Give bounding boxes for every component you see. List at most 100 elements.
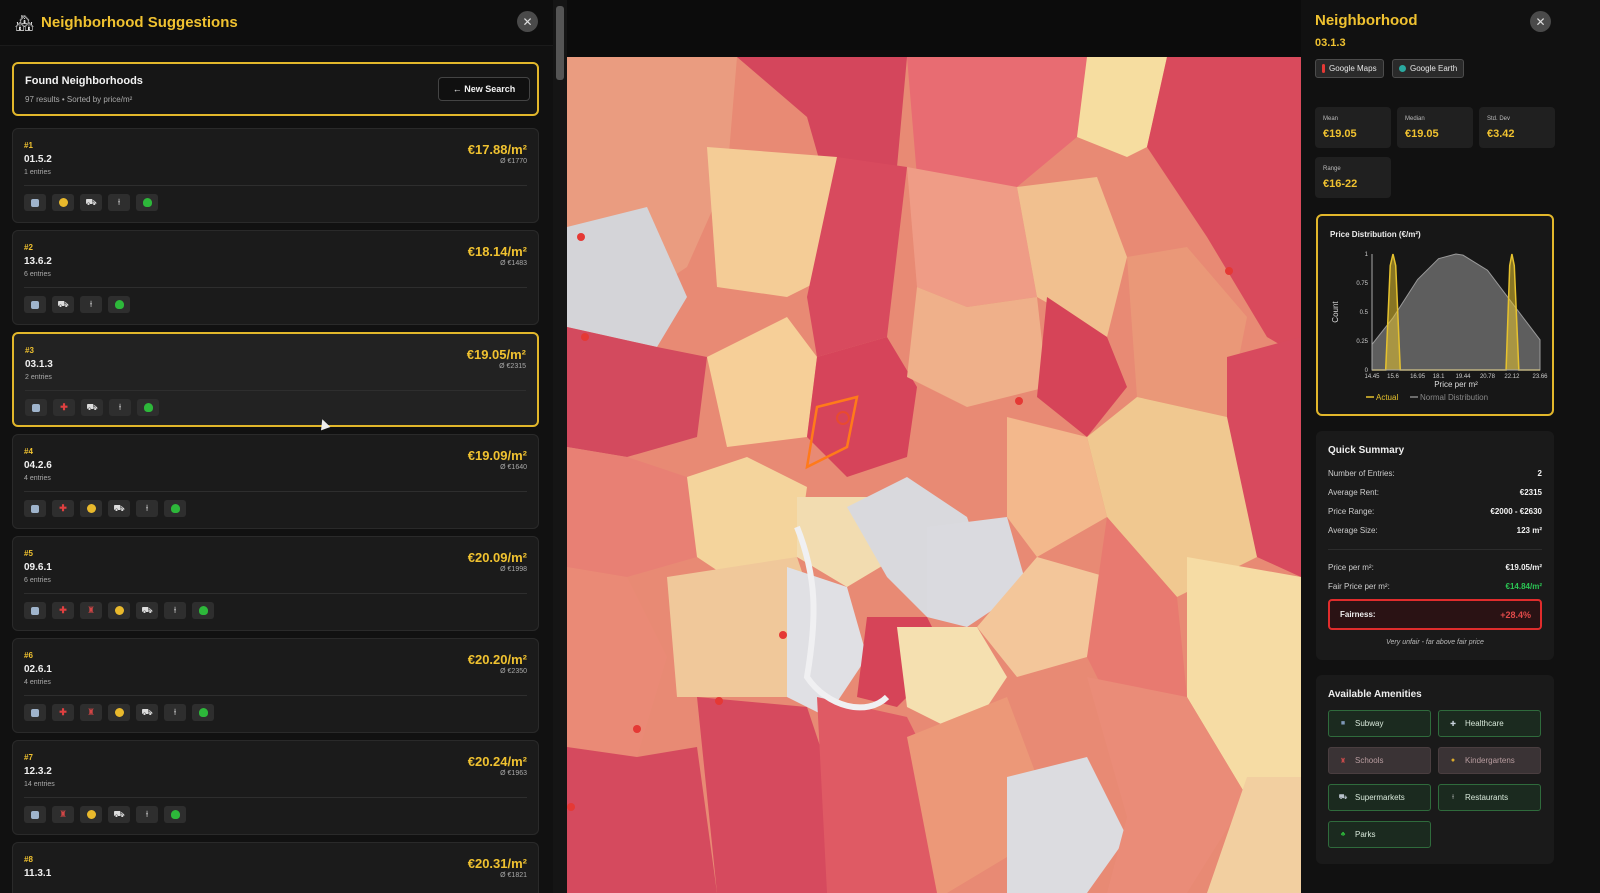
- google-maps-button[interactable]: Google Maps: [1315, 59, 1384, 78]
- amenity-schools[interactable]: ♜ Schools: [1328, 747, 1431, 774]
- result-card[interactable]: #7 12.3.2 14 entries €20.24/m² Ø €1963 ♜ ⛟ ⍿: [12, 740, 539, 835]
- amenity-label: Supermarkets: [1355, 793, 1405, 802]
- supermarket-icon: ⛟: [108, 500, 130, 517]
- healthcare-icon: ✚: [53, 399, 75, 416]
- healthcare-icon: ✚: [52, 500, 74, 517]
- amenity-supermarkets[interactable]: ⛟ Supermarkets: [1328, 784, 1431, 811]
- result-card[interactable]: #4 04.2.6 4 entries €19.09/m² Ø €1640 ✚ ⛟ ⍿: [12, 434, 539, 529]
- restaurant-icon: ⍿: [136, 500, 158, 517]
- amenity-label: Subway: [1355, 719, 1384, 728]
- supermarket-icon: ⛟: [136, 704, 158, 721]
- subway-icon: [24, 602, 46, 619]
- school-icon: ♜: [1339, 757, 1347, 765]
- subway-icon: ■: [1340, 720, 1346, 727]
- kindergarten-icon: [108, 602, 130, 619]
- y-tick-label: 0.25: [1356, 339, 1368, 345]
- restaurant-icon: ⍿: [1452, 793, 1454, 801]
- result-entries: 2 entries: [25, 374, 52, 381]
- result-entries: 6 entries: [24, 271, 51, 278]
- result-amenity-icons: ✚ ♜ ⛟ ⍿: [24, 704, 214, 721]
- row-label: Fair Price per m²:: [1328, 582, 1390, 591]
- kindergarten-icon: [52, 194, 74, 211]
- result-card[interactable]: #6 02.6.1 4 entries €20.20/m² Ø €2350 ✚ ♜ ⛟ ⍿: [12, 638, 539, 733]
- amenity-restaurants[interactable]: ⍿ Restaurants: [1438, 784, 1541, 811]
- found-title: Found Neighborhoods: [25, 75, 143, 87]
- x-axis-label: Price per m²: [1434, 380, 1478, 389]
- result-card[interactable]: #3 03.1.3 2 entries €19.05/m² Ø €2315 ✚ ⛟ ⍿: [12, 332, 539, 427]
- row-value: €2315: [1519, 488, 1542, 497]
- scrollbar-thumb[interactable]: [556, 6, 564, 80]
- distribution-plot: 00.250.50.75114.45 15.6 16.95 18.1 19.44 20.7…: [1331, 252, 1548, 402]
- amenity-label: Restaurants: [1465, 793, 1509, 802]
- stat-std-dev: Std. Dev €3.42: [1479, 107, 1555, 148]
- close-suggestions-button[interactable]: ✕: [517, 11, 538, 32]
- subway-icon: [24, 500, 46, 517]
- result-card[interactable]: #1 01.5.2 1 entries €17.88/m² Ø €1770 ⛟ ⍿: [12, 128, 539, 223]
- summary-row-fair-price: Fair Price per m²: €14.84/m²: [1328, 582, 1542, 591]
- result-price: €20.09/m²: [467, 550, 527, 565]
- row-label: Average Size:: [1328, 526, 1378, 535]
- result-rank: #8: [24, 855, 33, 864]
- chart-title: Price Distribution (€/m²): [1330, 230, 1421, 239]
- result-entries: 6 entries: [24, 577, 51, 584]
- google-earth-button[interactable]: Google Earth: [1392, 59, 1465, 78]
- result-amenity-icons: ⛟ ⍿: [24, 194, 158, 211]
- x-tick-label: 20.78: [1480, 374, 1496, 380]
- result-amenity-icons: ⛟ ⍿: [24, 296, 130, 313]
- stat-value: €19.05: [1323, 128, 1357, 140]
- amenity-label: Healthcare: [1465, 719, 1504, 728]
- new-search-button[interactable]: ← New Search: [438, 77, 530, 101]
- result-code: 09.6.1: [24, 562, 52, 573]
- quick-summary: Quick Summary Number of Entries: 2 Averag…: [1316, 431, 1554, 660]
- card-divider: [24, 593, 527, 594]
- summary-divider: [1328, 549, 1542, 550]
- restaurant-icon: ⍿: [164, 704, 186, 721]
- result-entries: 4 entries: [24, 475, 51, 482]
- x-tick-label: 22.12: [1504, 374, 1520, 380]
- amenity-subway[interactable]: ■ Subway: [1328, 710, 1431, 737]
- card-divider: [25, 390, 526, 391]
- kindergarten-icon: [80, 806, 102, 823]
- stat-value: €16-22: [1323, 178, 1358, 190]
- detail-title: Neighborhood: [1315, 12, 1418, 29]
- subway-icon: [24, 704, 46, 721]
- kindergarten-icon: [80, 500, 102, 517]
- park-icon: [164, 806, 186, 823]
- amenity-parks[interactable]: ♣ Parks: [1328, 821, 1431, 848]
- result-avg-rent: Ø €1483: [500, 260, 527, 267]
- amenity-kindergartens[interactable]: ● Kindergartens: [1438, 747, 1541, 774]
- result-entries: 4 entries: [24, 679, 51, 686]
- fairness-label: Fairness:: [1340, 610, 1376, 619]
- results-scrollbar[interactable]: [553, 0, 567, 893]
- result-card[interactable]: #2 13.6.2 6 entries €18.14/m² Ø €1483 ⛟ ⍿: [12, 230, 539, 325]
- result-card[interactable]: #8 11.3.1 €20.31/m² Ø €1821: [12, 842, 539, 893]
- park-icon: [192, 602, 214, 619]
- price-heatmap[interactable]: [567, 57, 1301, 893]
- panel-title: Neighborhood Suggestions: [41, 14, 238, 31]
- park-icon: [136, 194, 158, 211]
- close-detail-button[interactable]: ✕: [1530, 11, 1551, 32]
- restaurant-icon: ⍿: [164, 602, 186, 619]
- result-rank: #4: [24, 447, 33, 456]
- restaurant-icon: ⍿: [108, 194, 130, 211]
- row-label: Average Rent:: [1328, 488, 1379, 497]
- row-label: Price Range:: [1328, 507, 1375, 516]
- subway-icon: [24, 194, 46, 211]
- healthcare-icon: ✚: [1450, 720, 1456, 728]
- result-price: €19.05/m²: [466, 347, 526, 362]
- result-code: 12.3.2: [24, 766, 52, 777]
- summary-row-range: Price Range: €2000 - €2630: [1328, 507, 1542, 516]
- result-card[interactable]: #5 09.6.1 6 entries €20.09/m² Ø €1998 ✚ ♜ ⛟ ⍿: [12, 536, 539, 631]
- stat-label: Mean: [1323, 116, 1339, 122]
- park-icon: [192, 704, 214, 721]
- row-value: €2000 - €2630: [1490, 507, 1542, 516]
- result-code: 04.2.6: [24, 460, 52, 471]
- row-value: €14.84/m²: [1505, 582, 1542, 591]
- card-divider: [24, 491, 527, 492]
- summary-title: Quick Summary: [1328, 445, 1405, 456]
- amenity-healthcare[interactable]: ✚ Healthcare: [1438, 710, 1541, 737]
- row-value: 123 m²: [1516, 526, 1542, 535]
- summary-row-rent: Average Rent: €2315: [1328, 488, 1542, 497]
- result-price: €20.24/m²: [467, 754, 527, 769]
- stat-value: €19.05: [1405, 128, 1439, 140]
